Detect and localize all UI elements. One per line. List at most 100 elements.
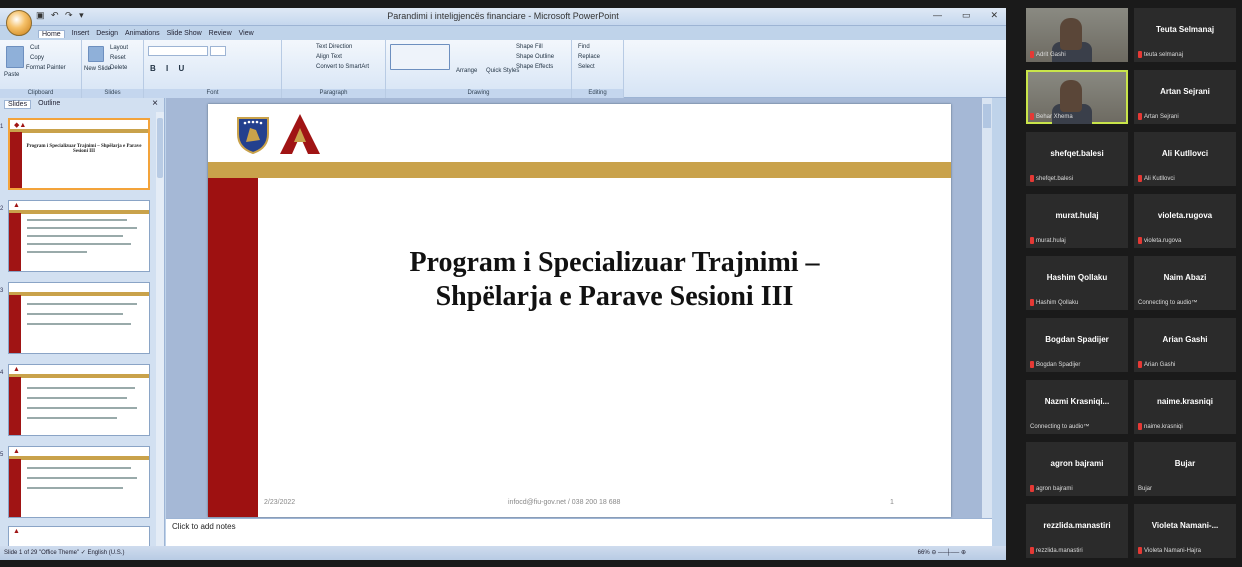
- status-text: Slide 1 of 29 "Office Theme" ✓ English (…: [4, 550, 125, 556]
- slide-thumbnail-2[interactable]: ▲: [8, 200, 150, 272]
- slide-thumbnail-3[interactable]: [8, 282, 150, 354]
- cut-button[interactable]: Cut: [30, 45, 39, 51]
- shapes-gallery[interactable]: [390, 44, 450, 70]
- participant-tile[interactable]: Bujar Bujar: [1134, 442, 1236, 496]
- tab-outline[interactable]: Outline: [35, 100, 63, 109]
- paste-icon[interactable]: [6, 46, 24, 68]
- participant-label: Ali Kutllovci: [1138, 175, 1175, 182]
- participant-tile[interactable]: Bogdan Spadijer Bogdan Spadijer: [1026, 318, 1128, 372]
- fiu-logo-icon: [280, 114, 320, 154]
- participant-video: [1060, 18, 1082, 50]
- shape-effects-button[interactable]: Shape Effects: [516, 64, 553, 70]
- reset-button[interactable]: Reset: [110, 55, 126, 61]
- scroll-thumb[interactable]: [157, 118, 163, 178]
- participant-tile[interactable]: shefqet.balesi shefqet.balesi: [1026, 132, 1128, 186]
- tab-home[interactable]: Home: [38, 30, 65, 38]
- participant-name: Hashim Qollaku: [1046, 273, 1108, 282]
- participant-tile[interactable]: Hashim Qollaku Hashim Qollaku: [1026, 256, 1128, 310]
- text-line: [27, 387, 135, 389]
- participant-tile[interactable]: agron bajrami agron bajrami: [1026, 442, 1128, 496]
- find-button[interactable]: Find: [578, 44, 590, 50]
- participant-tile[interactable]: naime.krasniqi naime.krasniqi: [1134, 380, 1236, 434]
- participant-tile[interactable]: Artan Sejrani Artan Sejrani: [1134, 70, 1236, 124]
- group-drawing: Arrange Quick Styles Shape Fill Shape Ou…: [386, 40, 572, 98]
- shared-screen: ▣ ↶ ↷ ▾ Parandimi i inteligjencës financ…: [0, 8, 1006, 560]
- muted-mic-icon: [1030, 237, 1034, 244]
- text-line: [27, 417, 117, 419]
- tab-review[interactable]: Review: [209, 30, 232, 38]
- participant-tile[interactable]: violeta.rugova violeta.rugova: [1134, 194, 1236, 248]
- text-line: [27, 323, 131, 325]
- participant-tile[interactable]: Arian Gashi Arian Gashi: [1134, 318, 1236, 372]
- tab-design[interactable]: Design: [96, 30, 118, 38]
- minimize-button[interactable]: —: [933, 10, 942, 21]
- slide-thumbnail-1[interactable]: ◆▲ Program i Specializuar Trajnimi – Shp…: [8, 118, 150, 190]
- participant-label-text: agron bajrami: [1036, 485, 1073, 492]
- zoom-slider[interactable]: 66% ⊖ ──┼── ⊕: [918, 546, 966, 560]
- participant-tile[interactable]: Adrit Gashi: [1026, 8, 1128, 62]
- tab-animations[interactable]: Animations: [125, 30, 160, 38]
- group-editing: Find Replace Select Editing: [572, 40, 624, 98]
- participant-label-text: Connecting to audio™: [1138, 300, 1198, 306]
- participant-tile[interactable]: murat.hulaj murat.hulaj: [1026, 194, 1128, 248]
- close-pane-icon[interactable]: ×: [152, 98, 158, 109]
- arrange-button[interactable]: Arrange: [456, 68, 477, 74]
- participant-tile[interactable]: Nazmi Krasniqi... Connecting to audio™: [1026, 380, 1128, 434]
- select-button[interactable]: Select: [578, 64, 595, 70]
- notes-pane[interactable]: Click to add notes: [166, 518, 992, 548]
- paste-button[interactable]: Paste: [4, 72, 19, 78]
- new-slide-button[interactable]: New Slide: [84, 66, 111, 72]
- tab-slide-show[interactable]: Slide Show: [167, 30, 202, 38]
- canvas-scrollbar[interactable]: [982, 98, 992, 518]
- text-line: [27, 487, 123, 489]
- shape-outline-button[interactable]: Shape Outline: [516, 54, 554, 60]
- tab-slides[interactable]: Slides: [4, 100, 32, 109]
- participant-tile[interactable]: Violeta Namani-... Violeta Namani-Hajra: [1134, 504, 1236, 558]
- scroll-thumb[interactable]: [983, 104, 991, 128]
- logo-icon: ▲: [13, 528, 20, 535]
- align-text-button[interactable]: Align Text: [316, 54, 342, 60]
- participant-tile[interactable]: Ali Kutllovci Ali Kutllovci: [1134, 132, 1236, 186]
- font-size-field[interactable]: [210, 46, 226, 56]
- participant-label: agron bajrami: [1030, 485, 1073, 492]
- text-direction-button[interactable]: Text Direction: [316, 44, 352, 50]
- shape-fill-button[interactable]: Shape Fill: [516, 44, 543, 50]
- font-format-buttons[interactable]: B I U: [150, 64, 188, 73]
- tab-view[interactable]: View: [239, 30, 254, 38]
- participant-tile[interactable]: Teuta Selmanaj teuta selmanaj: [1134, 8, 1236, 62]
- participant-label: Artan Sejrani: [1138, 113, 1179, 120]
- slide-title[interactable]: Program i Specializuar Trajnimi – Shpëla…: [298, 246, 931, 314]
- replace-button[interactable]: Replace: [578, 54, 600, 60]
- participant-label-text: Adrit Gashi: [1036, 51, 1066, 58]
- group-label: Font: [144, 89, 281, 98]
- maximize-button[interactable]: ▭: [962, 10, 971, 21]
- participant-tile[interactable]: rezzlida.manastiri rezzlida.manastiri: [1026, 504, 1128, 558]
- new-slide-icon[interactable]: [88, 46, 104, 62]
- slide-1[interactable]: Program i Specializuar Trajnimi – Shpëla…: [208, 104, 951, 517]
- convert-smartart-button[interactable]: Convert to SmartArt: [316, 64, 369, 70]
- participant-tile[interactable]: Behar Xhema: [1026, 70, 1128, 124]
- delete-button[interactable]: Delete: [110, 65, 127, 71]
- participant-name: Bujar: [1174, 459, 1196, 468]
- copy-button[interactable]: Copy: [30, 55, 44, 61]
- format-painter-button[interactable]: Format Painter: [26, 65, 66, 71]
- quick-styles-button[interactable]: Quick Styles: [486, 68, 519, 74]
- participant-label: Violeta Namani-Hajra: [1138, 547, 1201, 554]
- participant-label-text: teuta selmanaj: [1144, 51, 1184, 58]
- close-button[interactable]: ✕: [990, 10, 998, 21]
- office-button[interactable]: [6, 10, 32, 36]
- participant-tile[interactable]: Naim Abazi Connecting to audio™: [1134, 256, 1236, 310]
- slide-thumbnail-4[interactable]: ▲: [8, 364, 150, 436]
- window-title: Parandimi i inteligjencës financiare - M…: [387, 11, 619, 21]
- participant-label: Behar Xhema: [1030, 113, 1073, 120]
- participant-label-text: Hashim Qollaku: [1036, 299, 1079, 306]
- participant-label: Bujar: [1138, 486, 1152, 492]
- slide-thumbnail-5[interactable]: ▲: [8, 446, 150, 518]
- tab-insert[interactable]: Insert: [72, 30, 90, 38]
- font-name-field[interactable]: [148, 46, 208, 56]
- participant-name: Teuta Selmanaj: [1155, 25, 1215, 34]
- text-line: [27, 407, 137, 409]
- layout-button[interactable]: Layout: [110, 45, 128, 51]
- pane-scrollbar[interactable]: [156, 112, 164, 546]
- red-stripe: [9, 295, 21, 353]
